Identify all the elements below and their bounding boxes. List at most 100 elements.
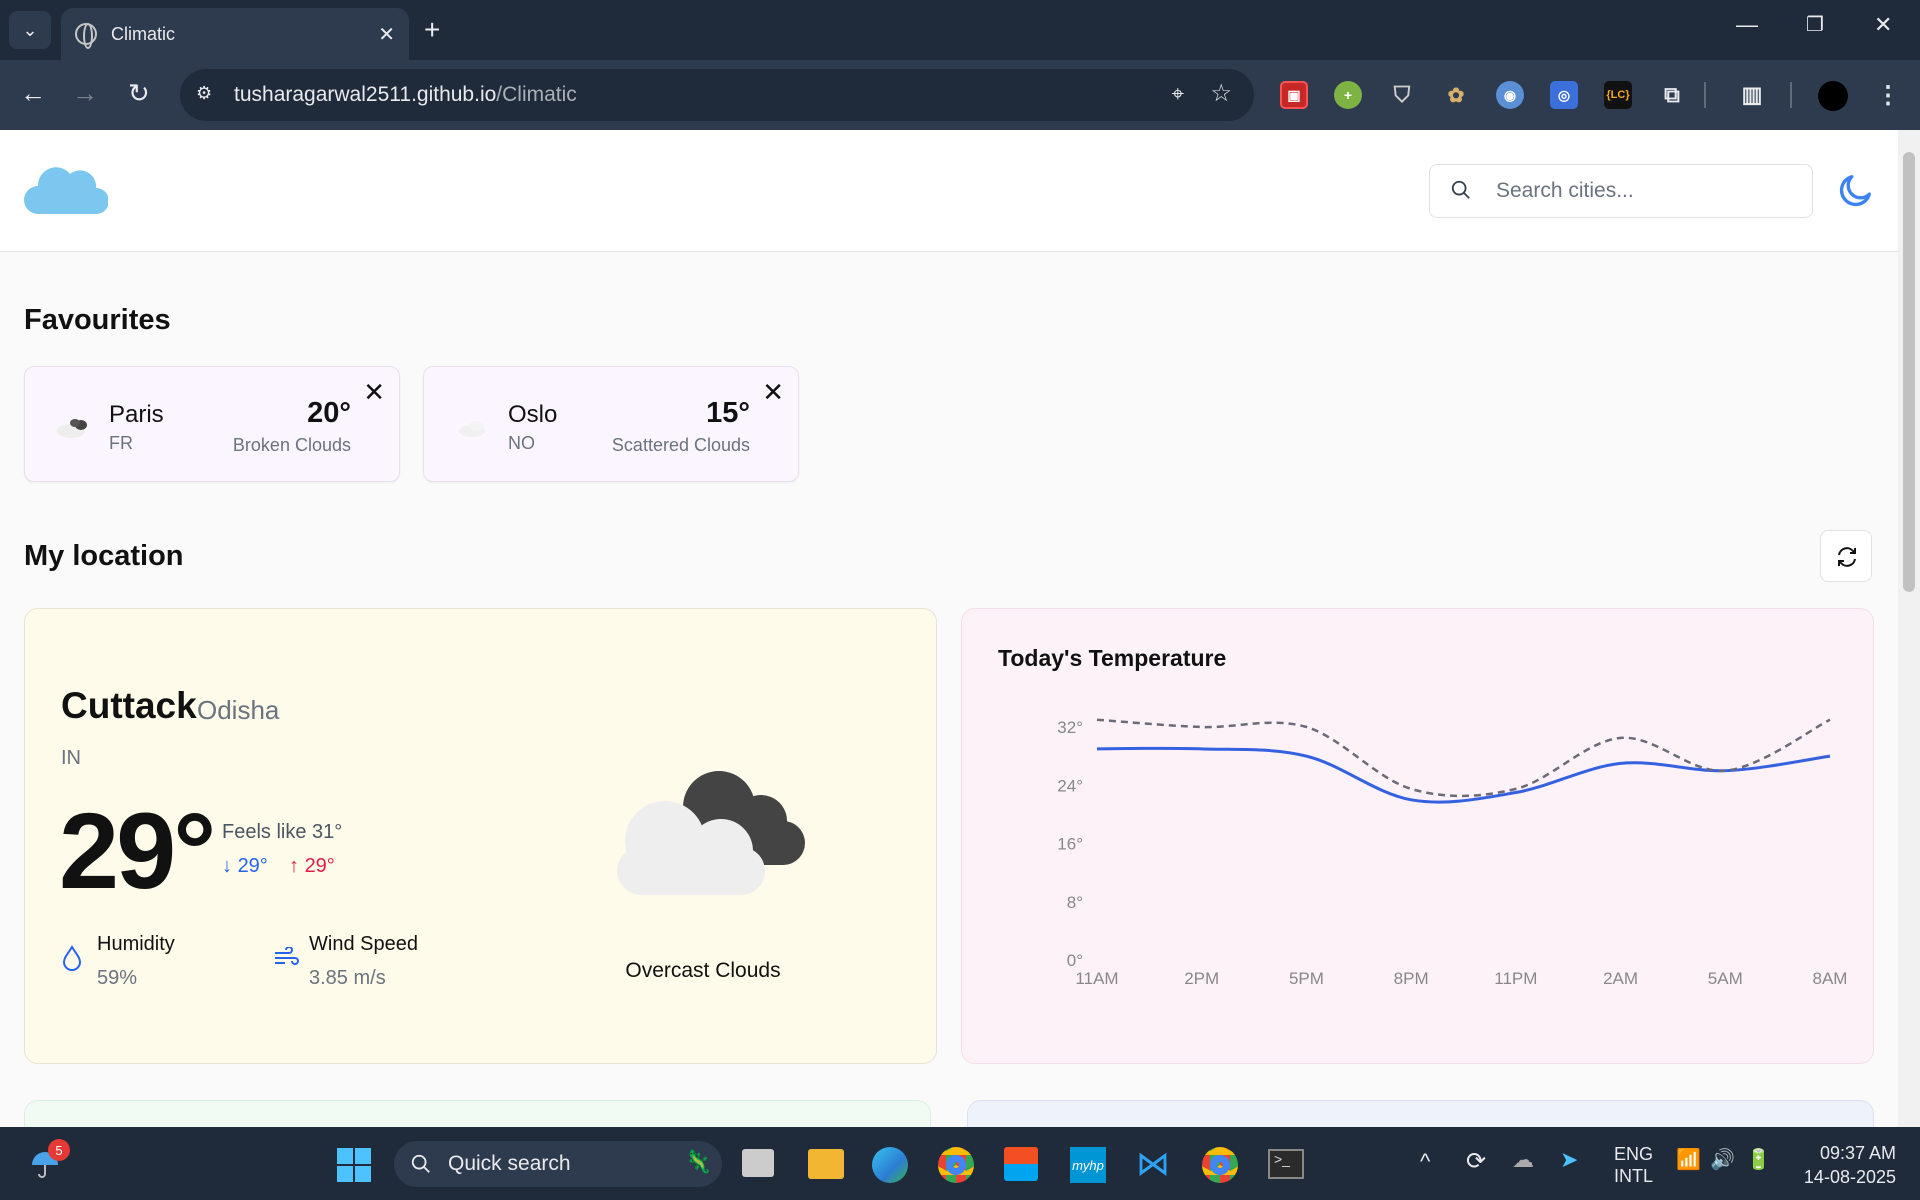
search-icon (411, 1154, 430, 1173)
app-header: Search cities... (0, 130, 1898, 252)
forward-button[interactable]: → (72, 78, 98, 109)
myhp-icon[interactable]: myhp (1070, 1147, 1106, 1183)
vscode-icon[interactable]: ⋈ (1136, 1145, 1172, 1183)
humidity-value: 59% (97, 967, 138, 989)
restore-button[interactable]: ❐ (1806, 12, 1824, 37)
onedrive-icon[interactable]: ☁ (1512, 1147, 1534, 1173)
y-tick-label: 8° (1067, 893, 1083, 912)
refresh-location-button[interactable] (1820, 530, 1872, 582)
favourite-country: NO (508, 433, 535, 453)
address-bar[interactable]: ⚙ tusharagarwal2511.github.io/Climatic ⌖… (180, 69, 1254, 121)
url-host: tusharagarwal2511.github.io (234, 83, 497, 106)
task-view-icon[interactable] (742, 1149, 774, 1177)
location-region: Odisha (197, 695, 280, 725)
extension-icon-4[interactable]: ✿ (1442, 81, 1470, 109)
shield-icon[interactable]: ⛉ (1388, 81, 1416, 109)
extension-icon-1[interactable]: ▣ (1280, 81, 1308, 109)
clock[interactable]: 09:37 AM 14-08-2025 (1796, 1141, 1896, 1189)
favourite-city: Oslo (508, 401, 558, 428)
search-placeholder: Search cities... (1496, 179, 1634, 202)
close-window-button[interactable]: ✕ (1874, 12, 1892, 38)
favourite-city: Paris (109, 401, 164, 428)
remove-favourite-icon[interactable]: ✕ (762, 377, 784, 408)
battery-icon[interactable]: 🔋 (1746, 1147, 1771, 1172)
remove-favourite-icon[interactable]: ✕ (363, 377, 385, 408)
leetcode-extension-icon[interactable]: {LC} (1604, 81, 1632, 109)
date: 14-08-2025 (1803, 1167, 1896, 1187)
wind-value: 3.85 m/s (309, 967, 386, 989)
browser-tab[interactable]: Climatic ✕ (61, 8, 409, 60)
chrome-icon[interactable] (938, 1147, 974, 1183)
series-line-2 (1096, 718, 1831, 798)
favourite-temp: 15° (706, 397, 750, 429)
tab-close-icon[interactable]: ✕ (378, 22, 395, 47)
sync-icon[interactable]: ⟳ (1466, 1147, 1486, 1176)
refresh-icon (1838, 547, 1856, 567)
temperature-chart-card: Today's Temperature 0° 8° 16° 24° 32° 11AM 2PM… (961, 608, 1874, 1064)
location-country: IN (61, 747, 81, 769)
new-tab-button[interactable]: + (424, 14, 440, 46)
x-tick-label: 5PM (1289, 969, 1324, 988)
favourite-desc: Scattered Clouds (611, 435, 750, 455)
terminal-icon[interactable]: >_ (1268, 1149, 1304, 1179)
series-line-1 (1096, 746, 1831, 804)
tab-search-button[interactable]: ⌄ (9, 11, 51, 49)
menu-kebab-icon[interactable]: ⋮ (1874, 81, 1902, 109)
location-arrow-icon[interactable]: ➤ (1560, 1147, 1578, 1173)
search-input[interactable]: Search cities... (1429, 164, 1813, 218)
favourite-card-oslo[interactable]: Oslo NO 15° Scattered Clouds ✕ (423, 366, 799, 482)
temp-min: ↓ 29° (222, 855, 268, 877)
overcast-clouds-icon (617, 771, 805, 895)
minimize-button[interactable]: — (1736, 12, 1758, 38)
extension-icon-2[interactable]: + (1334, 81, 1362, 109)
browser-tab-strip: ⌄ Climatic ✕ + — ❐ ✕ (0, 0, 1920, 60)
profile-avatar[interactable] (1818, 81, 1848, 111)
x-tick-label: 11AM (1075, 969, 1118, 988)
page-scrollbar[interactable] (1898, 130, 1920, 1127)
location-pin-icon[interactable]: ⌖ (1172, 81, 1184, 107)
y-tick-label: 32° (1057, 718, 1083, 737)
favourite-card-paris[interactable]: Paris FR 20° Broken Clouds ✕ (24, 366, 400, 482)
reading-list-icon[interactable]: ▥ (1738, 81, 1766, 109)
search-icon (1451, 180, 1470, 199)
extension-icon-6[interactable]: ◎ (1550, 81, 1578, 109)
lang-secondary: INTL (1614, 1166, 1654, 1186)
toolbar-divider (1790, 82, 1792, 108)
puzzle-icon[interactable]: ⧉ (1658, 81, 1686, 109)
url-path: /Climatic (496, 83, 577, 106)
current-weather-card: Cuttack Odisha IN 29° Feels like 31° ↓ 2… (24, 608, 937, 1064)
bookmark-star-icon[interactable]: ☆ (1210, 79, 1232, 108)
time: 09:37 AM (1819, 1143, 1896, 1163)
globe-icon (75, 23, 97, 49)
toolbar-divider (1704, 82, 1706, 108)
x-tick-label: 2AM (1603, 969, 1638, 988)
bottom-card-right (967, 1100, 1874, 1127)
chrome-active-icon[interactable] (1202, 1147, 1238, 1183)
edge-icon[interactable] (872, 1147, 908, 1183)
scattered-clouds-icon (459, 421, 485, 437)
cloud-logo-icon[interactable] (24, 164, 108, 216)
store-icon[interactable] (1004, 1147, 1038, 1181)
my-location-title: My location (24, 540, 184, 572)
site-info-icon[interactable]: ⚙ (196, 83, 220, 107)
reload-button[interactable]: ↻ (128, 78, 150, 109)
scrollbar-thumb[interactable] (1903, 152, 1915, 592)
windows-start-icon[interactable] (336, 1147, 372, 1183)
x-tick-label: 5AM (1708, 969, 1743, 988)
location-city: Cuttack (61, 685, 197, 726)
temp-max: ↑ 29° (289, 855, 335, 877)
x-tick-label: 8AM (1813, 969, 1848, 988)
tray-chevron-up-icon[interactable]: ^ (1420, 1149, 1430, 1175)
feels-like: Feels like 31° (222, 821, 343, 843)
wifi-icon[interactable]: 📶 (1676, 1147, 1701, 1172)
language-indicator[interactable]: ENG INTL (1614, 1143, 1653, 1187)
moon-icon[interactable] (1836, 170, 1876, 210)
extension-icon-5[interactable]: ◉ (1496, 81, 1524, 109)
taskbar-search[interactable]: Quick search 🦎 (394, 1141, 722, 1187)
volume-icon[interactable]: 🔊 (1710, 1147, 1735, 1172)
file-explorer-icon[interactable] (808, 1149, 844, 1179)
favourite-country: FR (109, 433, 133, 453)
tab-title: Climatic (111, 23, 176, 44)
y-tick-label: 0° (1067, 951, 1083, 970)
back-button[interactable]: ← (20, 78, 46, 109)
